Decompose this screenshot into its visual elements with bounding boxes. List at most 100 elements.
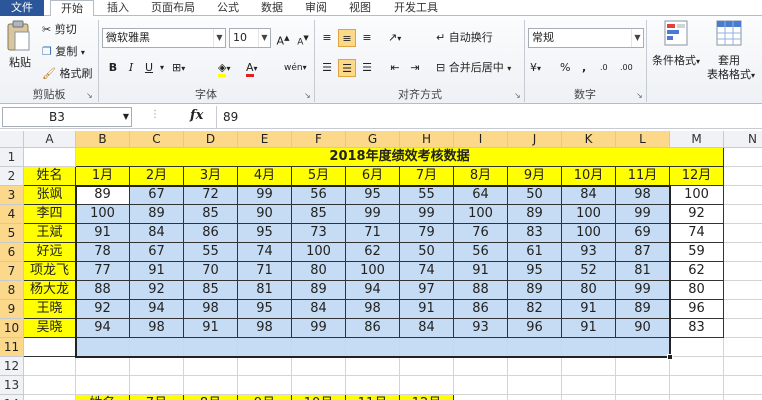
score-cell[interactable]: 84 [562, 186, 616, 205]
cell[interactable] [724, 148, 762, 167]
cell[interactable] [670, 338, 724, 357]
worksheet-grid[interactable]: ABCDEFGHIJKLMN12345678910111213142018年度绩… [0, 131, 762, 400]
score-cell[interactable]: 89 [508, 205, 562, 224]
cell[interactable] [724, 319, 762, 338]
name-cell[interactable]: 王晓 [24, 300, 76, 319]
score-cell[interactable]: 97 [400, 281, 454, 300]
score-cell[interactable]: 77 [76, 262, 130, 281]
column-header[interactable]: G [346, 131, 400, 148]
score-cell[interactable]: 89 [508, 281, 562, 300]
cell[interactable] [24, 148, 76, 167]
score-cell[interactable]: 85 [292, 205, 346, 224]
row-header[interactable]: 11 [0, 338, 24, 357]
cell[interactable] [184, 376, 238, 395]
row-header[interactable]: 13 [0, 376, 24, 395]
cell[interactable] [616, 395, 670, 400]
decrease-decimal-button[interactable]: .00 [620, 60, 633, 76]
row-header[interactable]: 9 [0, 300, 24, 319]
score-cell[interactable]: 99 [616, 205, 670, 224]
row-header[interactable]: 7 [0, 262, 24, 281]
cell[interactable] [616, 376, 670, 395]
score-cell[interactable]: 50 [400, 243, 454, 262]
cell[interactable] [400, 357, 454, 376]
score-cell[interactable]: 82 [508, 300, 562, 319]
score-cell[interactable]: 87 [616, 243, 670, 262]
score-cell[interactable]: 89 [616, 300, 670, 319]
score-cell[interactable]: 59 [670, 243, 724, 262]
column-label-cell[interactable]: 6月 [346, 167, 400, 186]
cell[interactable] [130, 357, 184, 376]
score-cell[interactable]: 100 [562, 205, 616, 224]
italic-button[interactable]: I [122, 59, 140, 77]
row-header[interactable]: 1 [0, 148, 24, 167]
cell[interactable] [238, 376, 292, 395]
score-cell[interactable]: 95 [508, 262, 562, 281]
cell[interactable] [724, 281, 762, 300]
score-cell[interactable]: 100 [292, 243, 346, 262]
cell[interactable] [670, 357, 724, 376]
selected-empty-cell[interactable] [238, 338, 292, 357]
fill-handle[interactable] [667, 354, 673, 360]
score-cell[interactable]: 62 [346, 243, 400, 262]
selected-empty-cell[interactable] [508, 338, 562, 357]
phonetic-button[interactable]: wén▾ [284, 60, 307, 76]
score-cell[interactable]: 100 [562, 224, 616, 243]
column-label-cell[interactable]: 1月 [76, 167, 130, 186]
score-cell[interactable]: 55 [184, 243, 238, 262]
score-cell[interactable]: 56 [454, 243, 508, 262]
score-cell[interactable]: 79 [400, 224, 454, 243]
alignment-launcher-icon[interactable]: ↘ [514, 91, 521, 100]
cell[interactable] [184, 357, 238, 376]
column-label-cell[interactable]: 10月 [562, 167, 616, 186]
font-size-select[interactable]: 10 ▼ [229, 28, 271, 48]
cell[interactable] [454, 376, 508, 395]
column-label-cell[interactable]: 3月 [184, 167, 238, 186]
score-cell[interactable]: 71 [238, 262, 292, 281]
lower-table-header-cell[interactable]: 姓名 [76, 395, 130, 400]
score-cell[interactable]: 98 [184, 300, 238, 319]
name-cell[interactable]: 杨大龙 [24, 281, 76, 300]
score-cell[interactable]: 98 [616, 186, 670, 205]
score-cell[interactable]: 89 [130, 205, 184, 224]
score-cell[interactable]: 92 [76, 300, 130, 319]
align-top-button[interactable]: ≡ [318, 29, 336, 47]
column-header[interactable]: N [724, 131, 762, 148]
name-cell[interactable]: 项龙飞 [24, 262, 76, 281]
score-cell[interactable]: 52 [562, 262, 616, 281]
column-header[interactable]: B [76, 131, 130, 148]
column-label-cell[interactable]: 姓名 [24, 167, 76, 186]
score-cell[interactable]: 89 [76, 186, 130, 205]
align-right-button[interactable]: ☰ [358, 59, 376, 77]
name-cell[interactable]: 李四 [24, 205, 76, 224]
tab-file[interactable]: 文件 [0, 0, 44, 16]
name-box[interactable]: B3 ▼ [2, 107, 132, 127]
tab-insert[interactable]: 插入 [98, 0, 138, 16]
wrap-text-button[interactable]: ↵ 自动换行 [436, 30, 493, 46]
column-header[interactable]: A [24, 131, 76, 148]
lower-table-header-cell[interactable]: 12月 [400, 395, 454, 400]
score-cell[interactable]: 91 [400, 300, 454, 319]
row-header[interactable]: 2 [0, 167, 24, 186]
score-cell[interactable]: 50 [508, 186, 562, 205]
score-cell[interactable]: 99 [238, 186, 292, 205]
cell[interactable] [562, 376, 616, 395]
cell[interactable] [508, 395, 562, 400]
name-cell[interactable]: 王斌 [24, 224, 76, 243]
column-label-cell[interactable]: 8月 [454, 167, 508, 186]
cell[interactable] [24, 357, 76, 376]
score-cell[interactable]: 74 [400, 262, 454, 281]
borders-button[interactable]: ⊞▾ [172, 60, 185, 77]
selected-empty-cell[interactable] [454, 338, 508, 357]
column-label-cell[interactable]: 4月 [238, 167, 292, 186]
cell[interactable] [508, 376, 562, 395]
column-header[interactable]: L [616, 131, 670, 148]
score-cell[interactable]: 91 [184, 319, 238, 338]
selected-empty-cell[interactable] [400, 338, 454, 357]
selected-empty-cell[interactable] [130, 338, 184, 357]
score-cell[interactable]: 99 [292, 319, 346, 338]
selected-empty-cell[interactable] [562, 338, 616, 357]
score-cell[interactable]: 78 [76, 243, 130, 262]
cell[interactable] [724, 186, 762, 205]
score-cell[interactable]: 61 [508, 243, 562, 262]
cell[interactable] [400, 376, 454, 395]
